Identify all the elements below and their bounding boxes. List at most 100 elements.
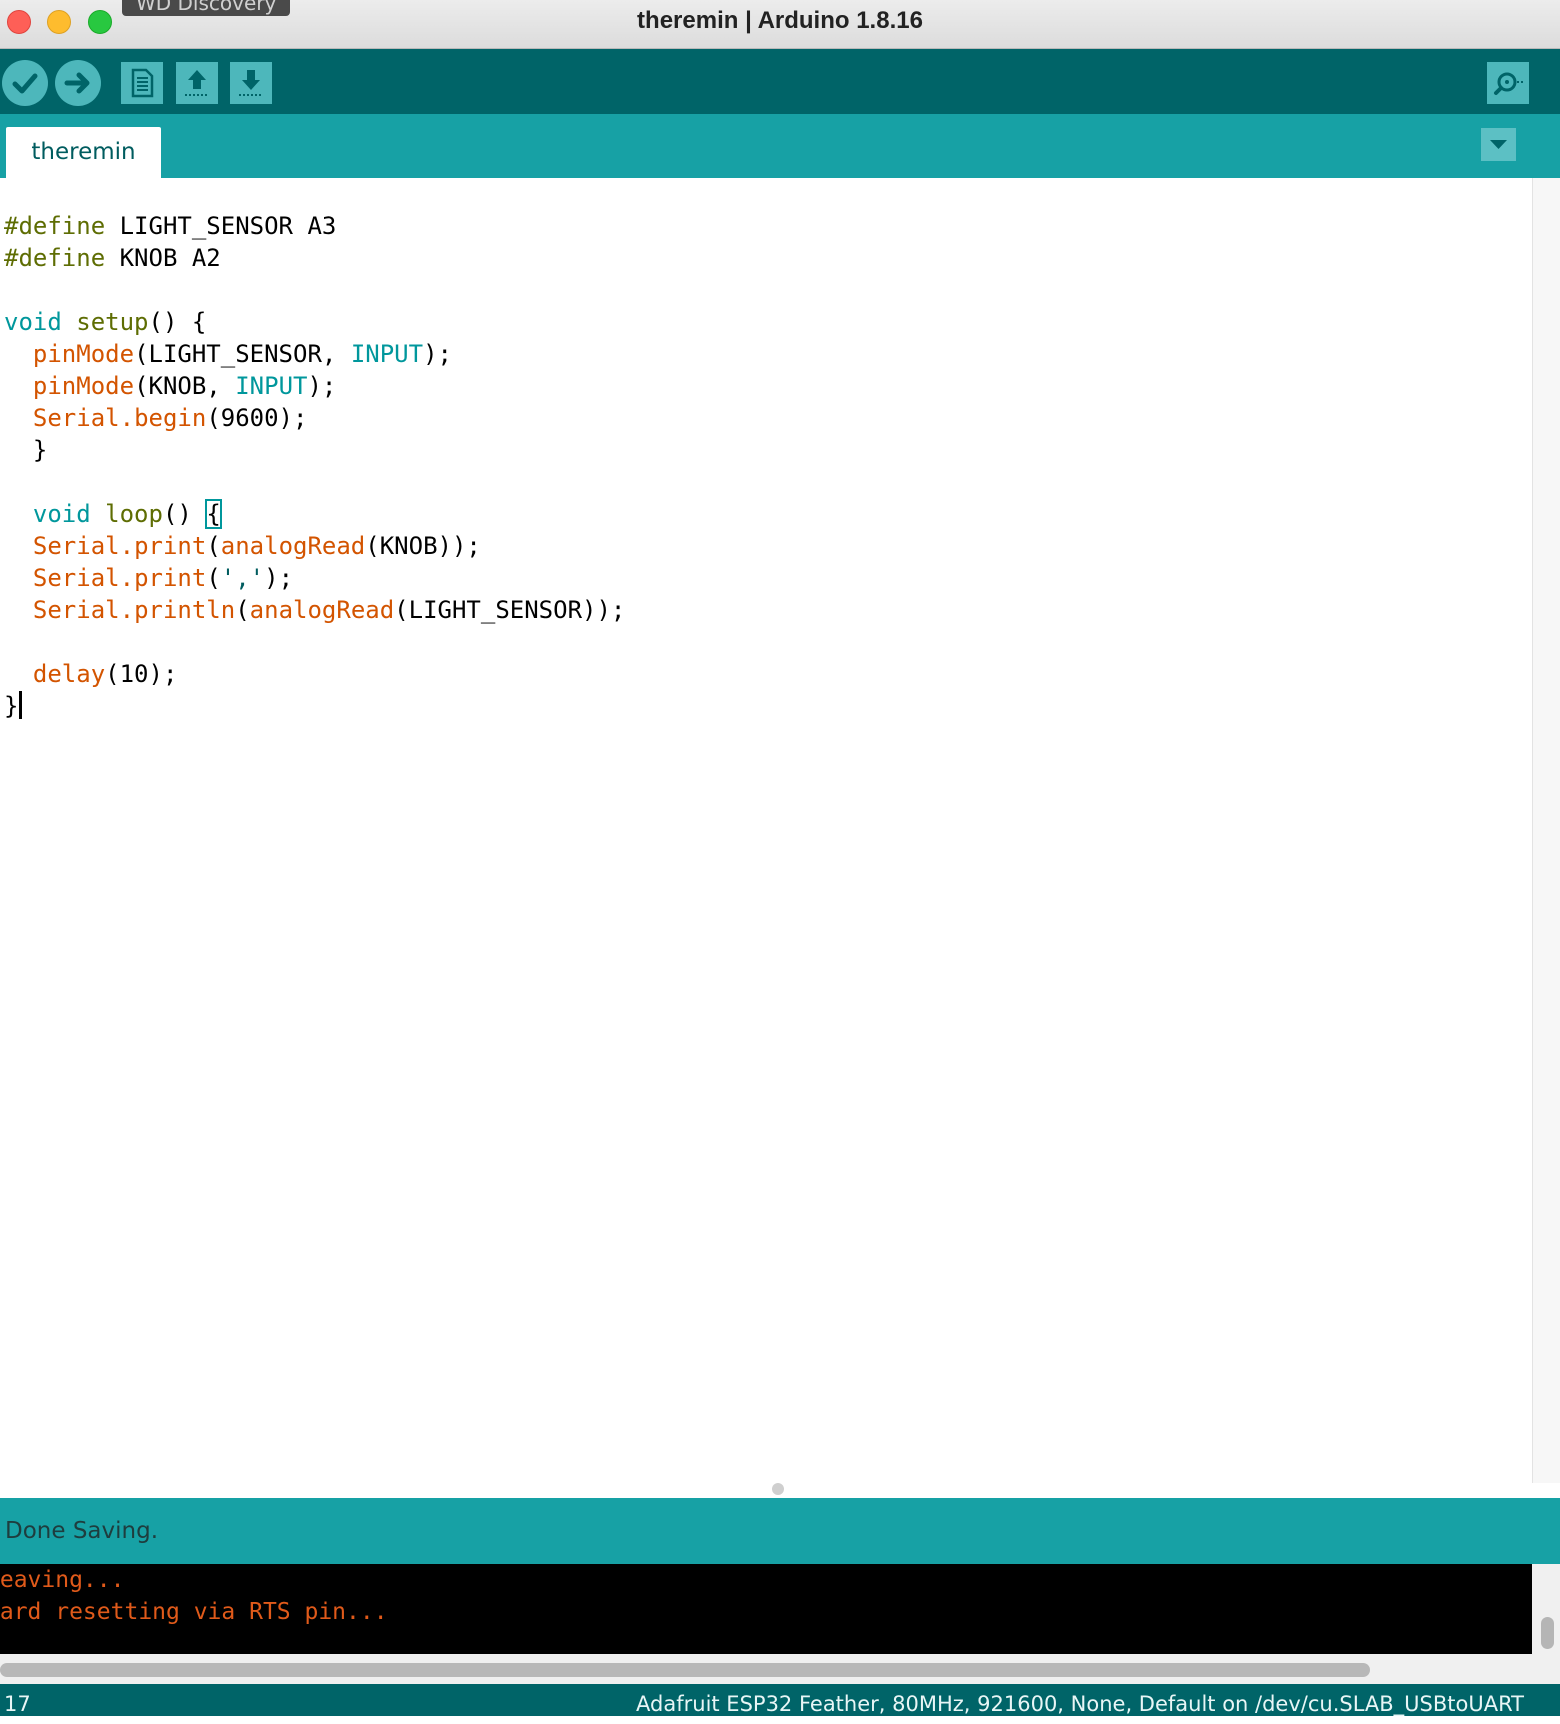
code-line[interactable]: delay(10);	[4, 658, 178, 690]
open-button[interactable]	[176, 62, 218, 104]
code-token: {	[205, 499, 222, 529]
download-arrow-icon	[239, 70, 263, 96]
upload-button[interactable]	[55, 60, 101, 106]
new-file-icon	[131, 68, 154, 98]
pane-splitter-handle[interactable]	[772, 1483, 784, 1495]
horizontal-scrollbar-thumb[interactable]	[0, 1663, 1370, 1677]
code-token: );	[264, 564, 294, 592]
dock-tooltip: WD Discovery	[122, 0, 291, 16]
arrow-right-icon	[64, 72, 90, 94]
code-token: (KNOB,	[134, 372, 236, 400]
check-icon	[12, 73, 38, 94]
code-token: Serial	[32, 532, 120, 560]
text-cursor	[19, 691, 23, 719]
code-line[interactable]: }	[4, 434, 47, 466]
code-token: loop	[105, 500, 163, 528]
code-token: LIGHT_SENSOR A3	[105, 212, 337, 240]
code-token: println	[134, 596, 236, 624]
code-token: INPUT	[235, 372, 308, 400]
code-token: INPUT	[350, 340, 424, 368]
toolbar	[0, 49, 1560, 114]
upload-arrow-icon	[185, 70, 209, 96]
code-line[interactable]: void setup() {	[4, 306, 206, 338]
tab-theremin[interactable]: theremin	[6, 127, 161, 178]
code-token: analogRead	[249, 596, 395, 624]
magnifier-icon	[1494, 72, 1523, 95]
code-token: Serial	[32, 596, 120, 624]
code-token: begin	[134, 404, 207, 432]
code-token: void	[4, 308, 62, 336]
board-info: Adafruit ESP32 Feather, 80MHz, 921600, N…	[636, 1692, 1524, 1716]
code-token: #define	[4, 212, 106, 240]
console-scrollbar-thumb[interactable]	[1541, 1617, 1554, 1649]
code-line[interactable]: }	[4, 690, 23, 722]
code-line[interactable]: Serial.print(',');	[4, 562, 293, 594]
code-token: (LIGHT_SENSOR,	[134, 340, 351, 368]
code-token: print	[134, 564, 207, 592]
code-token: (	[206, 532, 221, 560]
verify-button[interactable]	[2, 60, 48, 106]
code-token: (	[235, 596, 250, 624]
code-line[interactable]: Serial.println(analogRead(LIGHT_SENSOR))…	[4, 594, 625, 626]
code-line[interactable]: #define LIGHT_SENSOR A3	[4, 210, 336, 242]
code-editor[interactable]: #define LIGHT_SENSOR A3 #define KNOB A2 vo…	[0, 178, 1532, 1483]
footer-bar: 17 Adafruit ESP32 Feather, 80MHz, 921600…	[0, 1684, 1560, 1716]
console-output[interactable]: Leaving... Hard resetting via RTS pin...	[0, 1564, 1532, 1654]
code-line[interactable]: #define KNOB A2	[4, 242, 221, 274]
code-line[interactable]: pinMode(LIGHT_SENSOR, INPUT);	[4, 338, 452, 370]
code-token: #define	[4, 244, 106, 272]
code-token: print	[134, 532, 207, 560]
code-token: analogRead	[220, 532, 366, 560]
code-token: delay	[32, 660, 106, 688]
line-number: 17	[4, 1692, 31, 1716]
title-bar: theremin | Arduino 1.8.16 WD Discovery	[0, 0, 1560, 49]
code-line[interactable]: Serial.print(analogRead(KNOB));	[4, 530, 481, 562]
code-token: );	[307, 372, 337, 400]
code-token: KNOB A2	[105, 244, 221, 272]
code-token: .	[119, 564, 135, 592]
code-token: void	[32, 500, 91, 528]
console-line: Leaving...	[0, 1567, 125, 1593]
code-token: .	[119, 596, 135, 624]
code-token: ','	[220, 564, 265, 592]
code-line[interactable]: Serial.begin(9600);	[4, 402, 308, 434]
status-bar: Done Saving.	[0, 1498, 1560, 1564]
code-token: pinMode	[32, 340, 135, 368]
code-token: (10);	[105, 660, 178, 688]
chevron-down-icon	[1490, 140, 1507, 149]
code-token: (	[206, 564, 221, 592]
code-token: .	[119, 532, 135, 560]
code-token: (9600);	[206, 404, 308, 432]
code-token: .	[119, 404, 135, 432]
code-token: (KNOB));	[365, 532, 481, 560]
serial-monitor-button[interactable]	[1487, 62, 1529, 104]
tab-strip: theremin	[0, 114, 1560, 178]
new-sketch-button[interactable]	[121, 62, 163, 104]
code-token: () {	[148, 308, 207, 336]
save-button[interactable]	[230, 62, 272, 104]
tab-menu-button[interactable]	[1481, 128, 1516, 161]
code-token: pinMode	[32, 372, 135, 400]
code-line[interactable]: pinMode(KNOB, INPUT);	[4, 370, 336, 402]
code-token: Serial	[32, 564, 120, 592]
code-line[interactable]: void loop() {	[4, 498, 222, 530]
status-message: Done Saving.	[5, 1518, 159, 1544]
editor-scrollbar[interactable]	[1532, 178, 1560, 1483]
code-token: }	[4, 436, 48, 464]
code-token: );	[423, 340, 452, 368]
code-token: }	[4, 692, 19, 720]
code-token: Serial	[32, 404, 120, 432]
console-line: Hard resetting via RTS pin...	[0, 1599, 388, 1625]
code-token: setup	[76, 308, 149, 336]
code-token: (LIGHT_SENSOR));	[394, 596, 626, 624]
